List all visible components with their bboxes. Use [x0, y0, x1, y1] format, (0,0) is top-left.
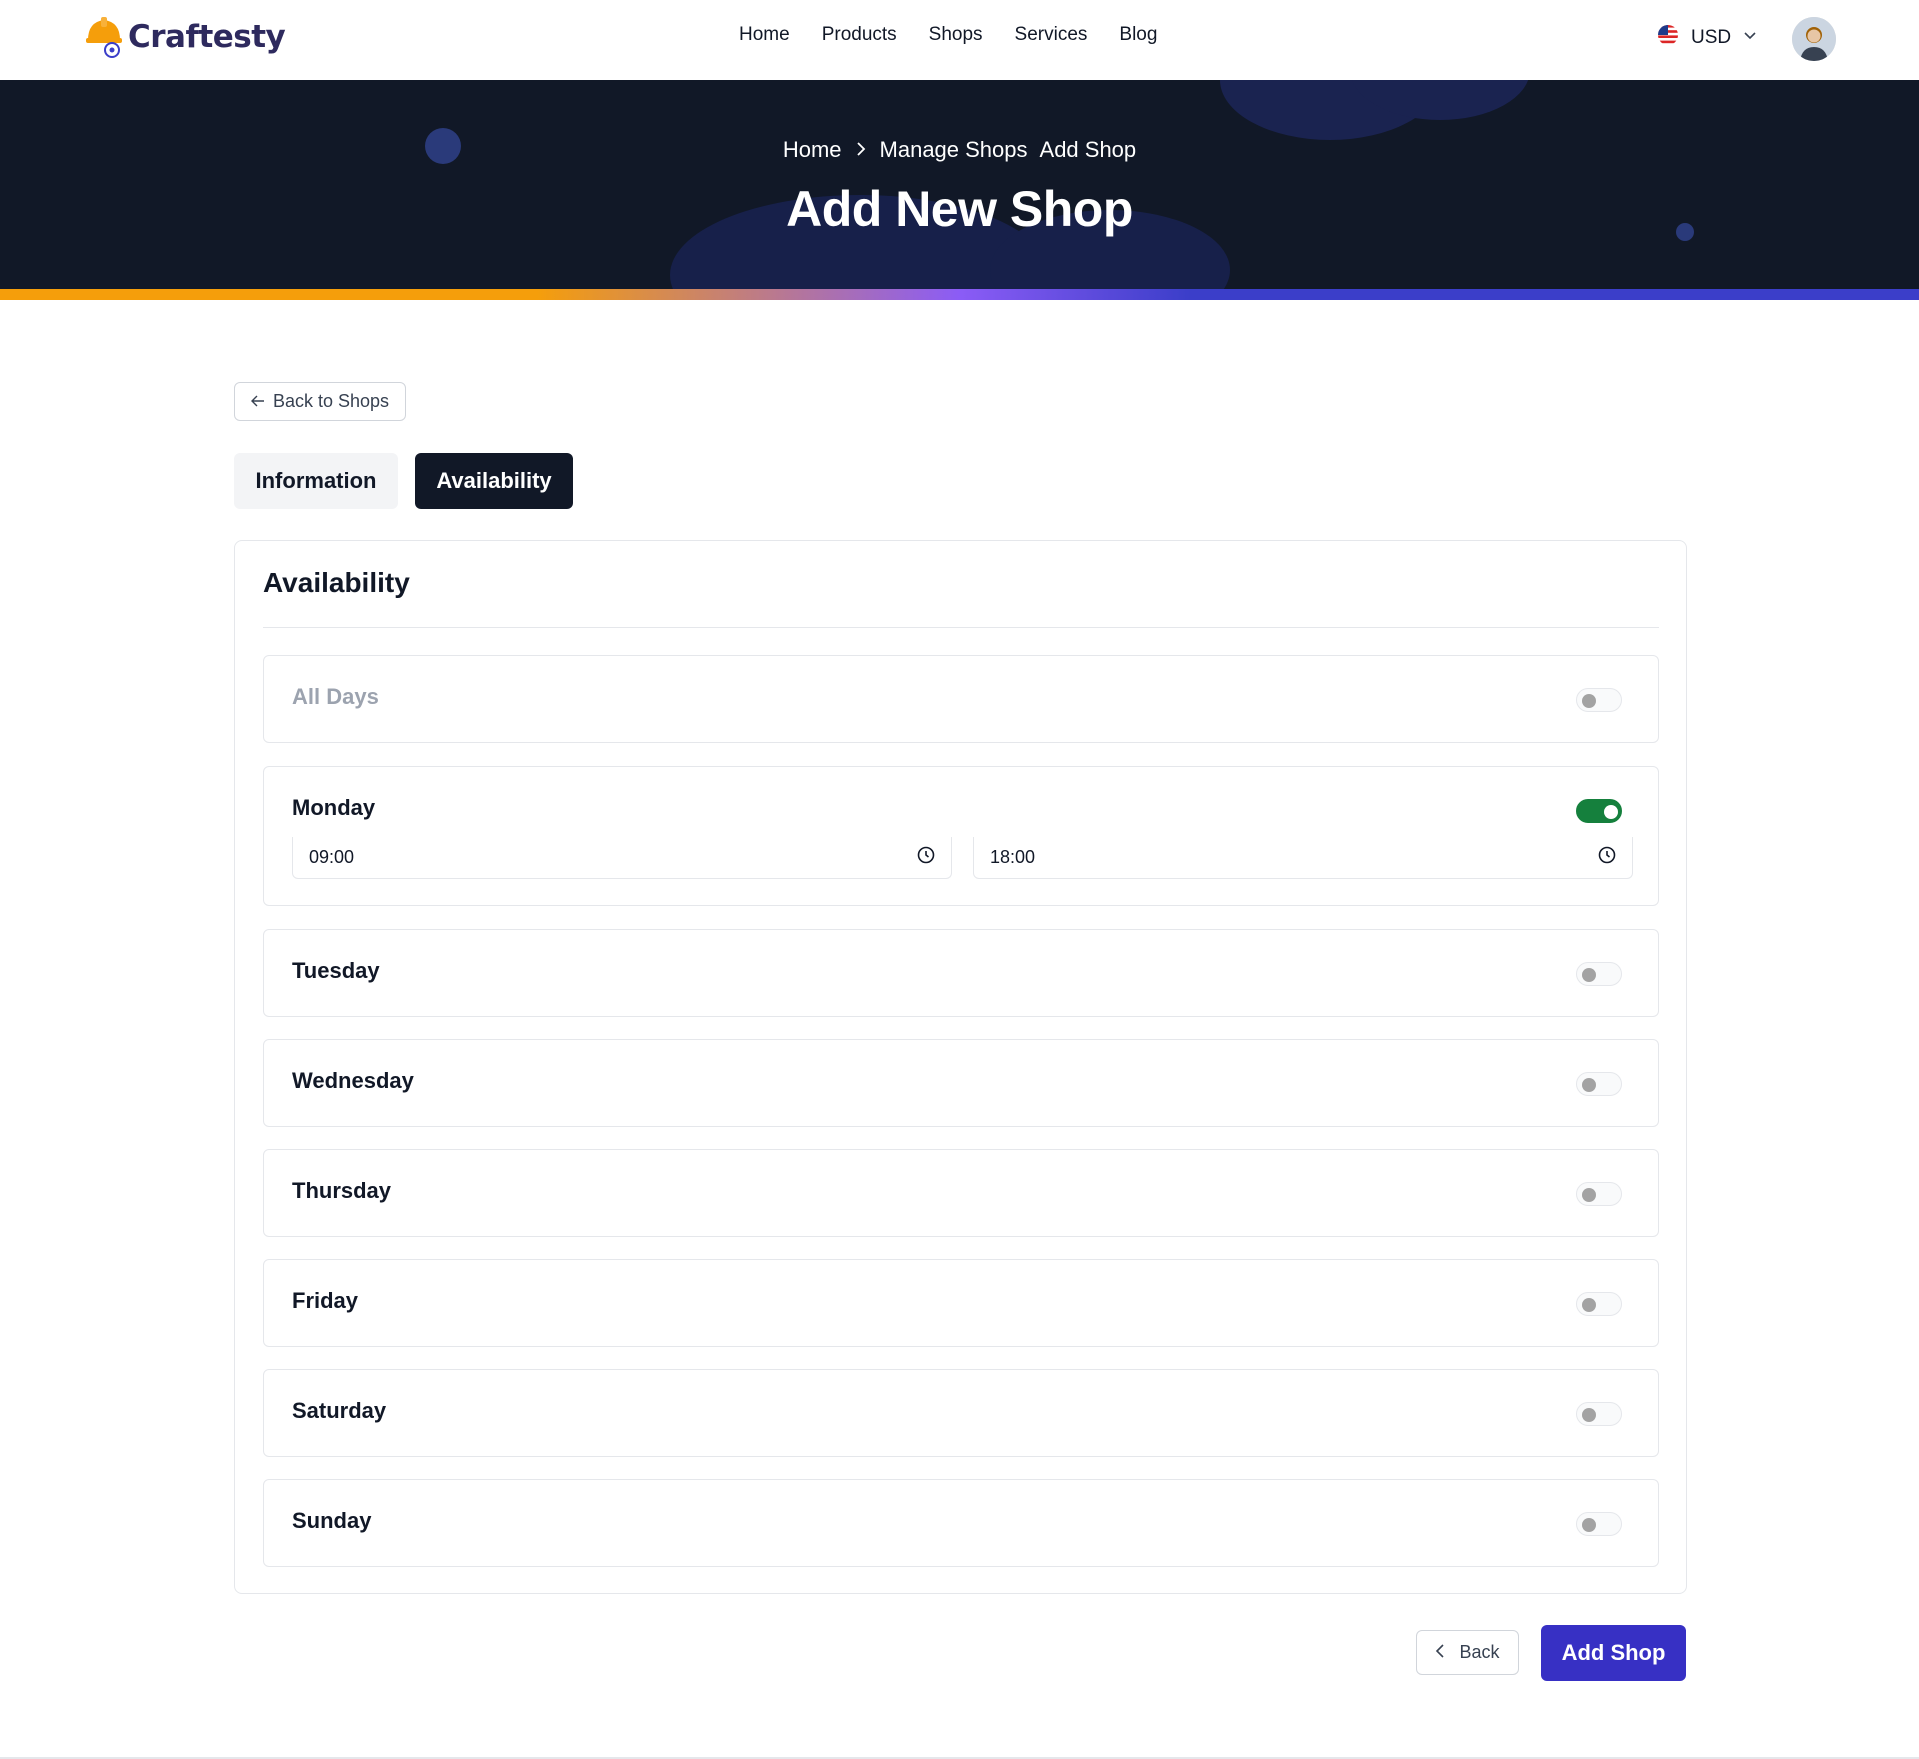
- clock-icon: [1598, 846, 1616, 869]
- chevron-down-icon: [1743, 28, 1757, 47]
- back-to-shops-label: Back to Shops: [272, 391, 390, 411]
- day-row-friday: Friday: [263, 1259, 1659, 1347]
- day-label-tuesday: Tuesday: [292, 958, 380, 983]
- back-button[interactable]: Back: [1416, 1630, 1519, 1675]
- tab-information[interactable]: Information: [234, 453, 398, 509]
- chevron-left-icon: [1435, 1642, 1445, 1663]
- availability-card: Availability All Days Monday 09:00 18:00…: [234, 540, 1687, 1594]
- day-row-monday: Monday 09:00 18:00: [263, 766, 1659, 906]
- day-label-monday: Monday: [292, 795, 376, 820]
- nav-blog[interactable]: Blog: [1119, 24, 1157, 46]
- friday-toggle[interactable]: [1576, 1292, 1622, 1316]
- monday-end-time-value: 18:00: [990, 847, 1036, 867]
- nav-services[interactable]: Services: [1015, 24, 1088, 46]
- day-label-friday: Friday: [292, 1288, 359, 1313]
- day-row-wednesday: Wednesday: [263, 1039, 1659, 1127]
- day-label-saturday: Saturday: [292, 1398, 387, 1423]
- top-navigation-bar: Craftesty Home Products Shops Services B…: [0, 0, 1919, 80]
- nav-shops[interactable]: Shops: [929, 24, 983, 46]
- clock-icon: [917, 846, 935, 869]
- currency-label: USD: [1691, 26, 1732, 48]
- availability-title: Availability: [263, 567, 410, 598]
- add-shop-button[interactable]: Add Shop: [1541, 1625, 1686, 1681]
- monday-end-time-input[interactable]: 18:00: [973, 837, 1633, 879]
- all-days-toggle[interactable]: [1576, 688, 1622, 712]
- logo-helmet-icon: [84, 14, 124, 60]
- day-label-wednesday: Wednesday: [292, 1068, 414, 1093]
- day-row-tuesday: Tuesday: [263, 929, 1659, 1017]
- nav-products[interactable]: Products: [822, 24, 897, 46]
- day-row-saturday: Saturday: [263, 1369, 1659, 1457]
- main-nav: Home Products Shops Services Blog: [739, 24, 1157, 46]
- day-row-sunday: Sunday: [263, 1479, 1659, 1567]
- nav-home[interactable]: Home: [739, 24, 790, 46]
- monday-start-time-value: 09:00: [309, 847, 355, 867]
- page-title: Add New Shop: [786, 181, 1133, 237]
- monday-toggle[interactable]: [1576, 799, 1622, 823]
- day-row-thursday: Thursday: [263, 1149, 1659, 1237]
- tuesday-toggle[interactable]: [1576, 962, 1622, 986]
- all-days-row: All Days: [263, 655, 1659, 743]
- day-label-thursday: Thursday: [292, 1178, 392, 1203]
- sunday-toggle[interactable]: [1576, 1512, 1622, 1536]
- breadcrumb-manage-shops[interactable]: Manage Shops: [880, 137, 1028, 163]
- tab-availability[interactable]: Availability: [415, 453, 573, 509]
- wednesday-toggle[interactable]: [1576, 1072, 1622, 1096]
- breadcrumb-add-shop: Add Shop: [1039, 137, 1137, 162]
- us-flag-icon: [1657, 24, 1679, 51]
- user-avatar[interactable]: [1792, 17, 1836, 61]
- day-label-sunday: Sunday: [292, 1508, 372, 1533]
- monday-start-time-input[interactable]: 09:00: [292, 837, 952, 879]
- brand-name: Craftesty: [128, 19, 286, 55]
- back-button-label: Back: [1459, 1642, 1500, 1662]
- chevron-right-icon: [854, 137, 868, 163]
- saturday-toggle[interactable]: [1576, 1402, 1622, 1426]
- arrow-left-icon: [250, 391, 265, 412]
- divider: [263, 627, 1659, 628]
- brand-logo[interactable]: Craftesty: [84, 14, 286, 60]
- breadcrumb: Home Manage Shops Add Shop: [0, 137, 1919, 163]
- breadcrumb-home[interactable]: Home: [783, 137, 842, 163]
- all-days-label: All Days: [292, 684, 379, 709]
- back-to-shops-button[interactable]: Back to Shops: [234, 382, 406, 421]
- currency-selector[interactable]: USD: [1657, 24, 1757, 51]
- thursday-toggle[interactable]: [1576, 1182, 1622, 1206]
- hero-gradient-bar: [0, 289, 1919, 300]
